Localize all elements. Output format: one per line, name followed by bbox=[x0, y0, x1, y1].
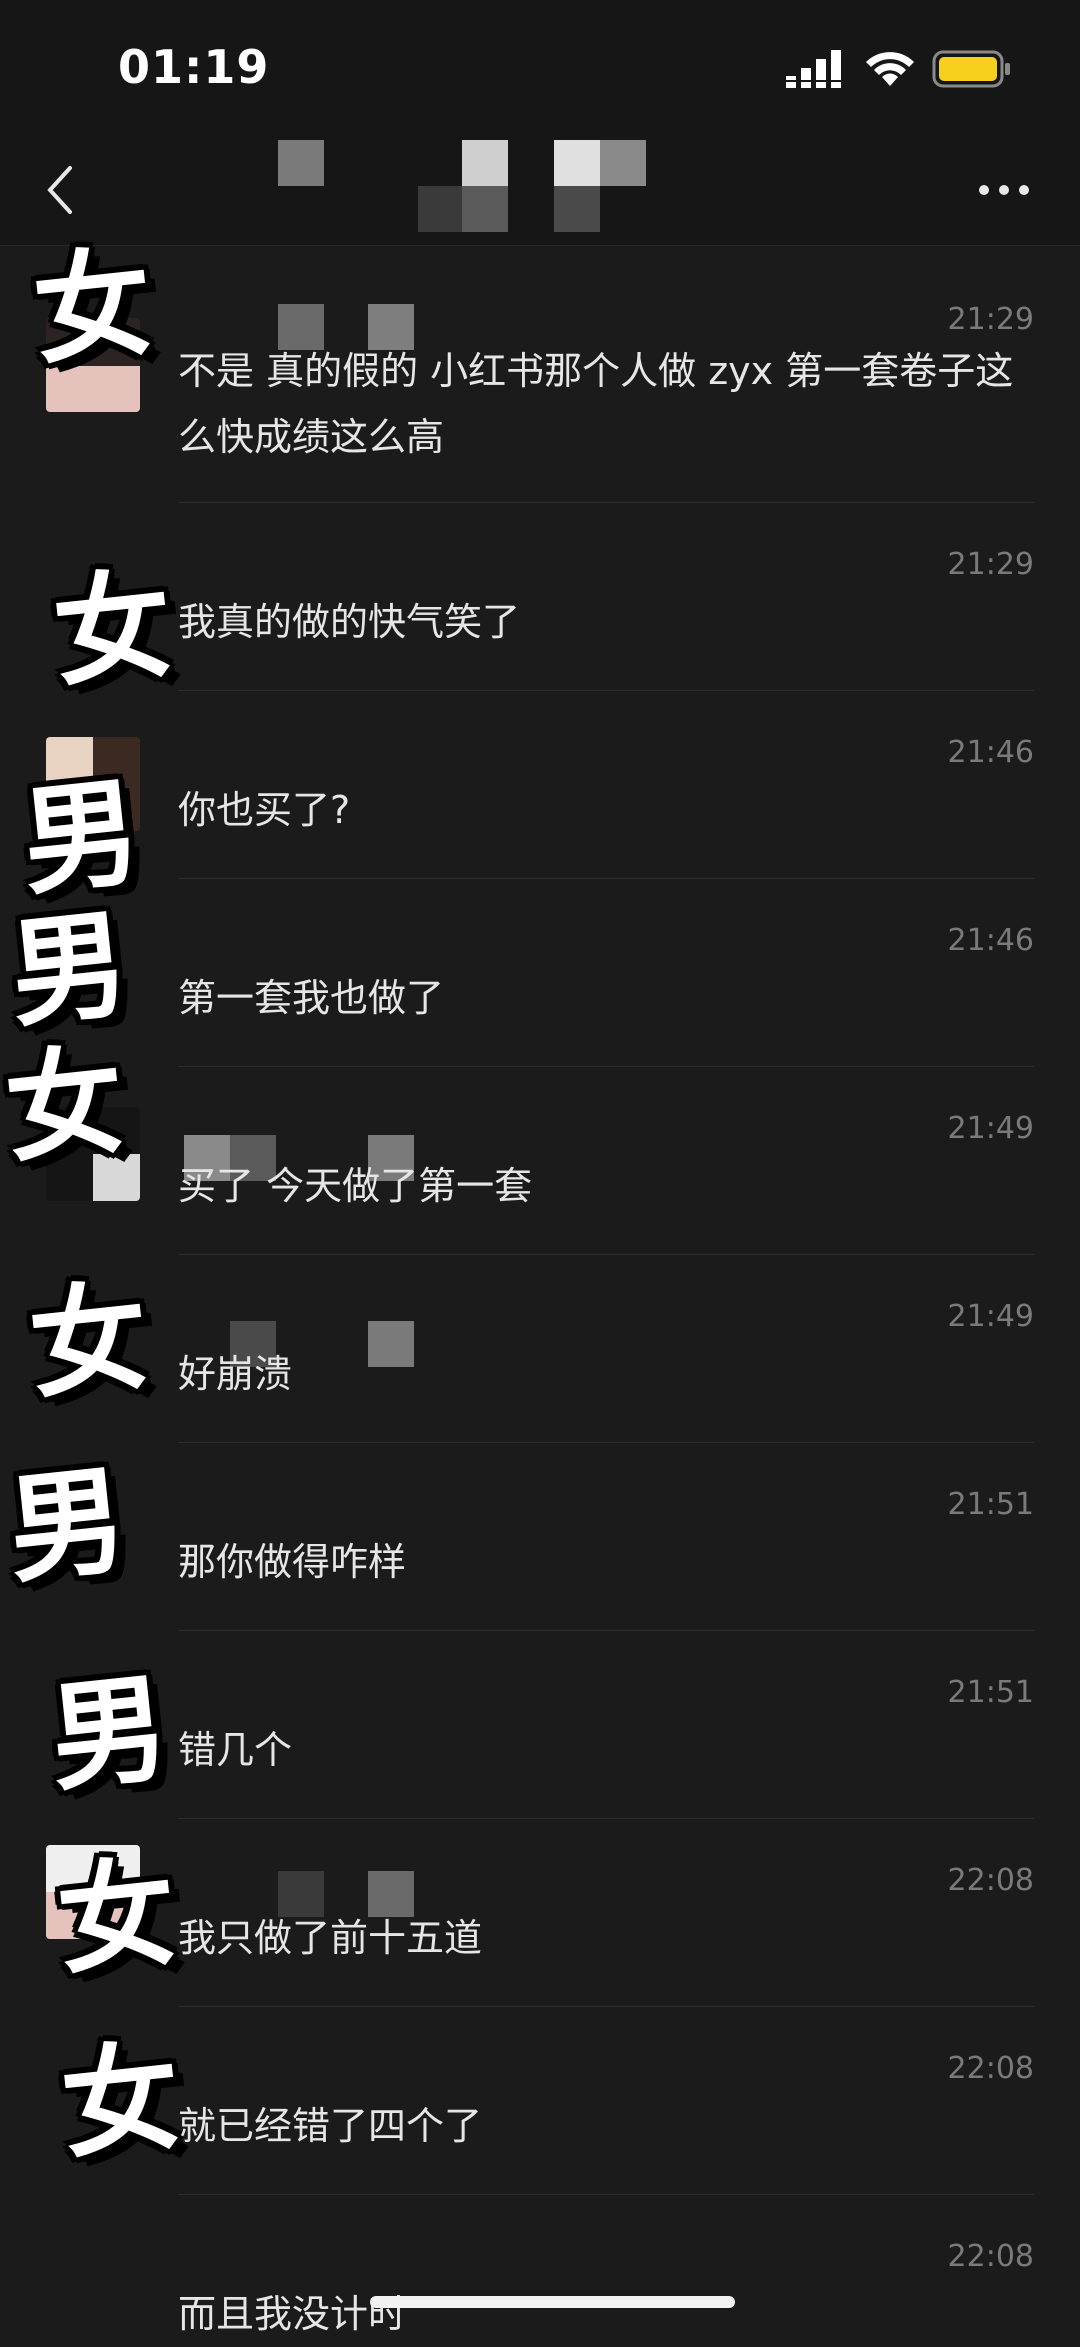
message-time: 22:08 bbox=[947, 1863, 1034, 1898]
message-time: 21:46 bbox=[947, 923, 1034, 958]
message-text: 买了 今天做了第一套 bbox=[178, 1164, 533, 1208]
sender-name-censored bbox=[178, 288, 438, 350]
message-text: 第一套我也做了 bbox=[178, 976, 445, 1020]
wifi-icon bbox=[866, 52, 914, 86]
message-text: 那你做得咋样 bbox=[178, 1540, 407, 1584]
battery-icon bbox=[932, 50, 1010, 88]
gender-tag-male: 男 bbox=[3, 894, 135, 1044]
message-item[interactable]: 21:46 第一套我也做了 bbox=[0, 879, 1080, 1067]
message-text: 错几个 bbox=[178, 1728, 293, 1772]
gender-tag-male: 男 bbox=[1, 1450, 133, 1600]
message-time: 22:08 bbox=[947, 2239, 1034, 2274]
gender-tag-female: 女 bbox=[51, 1842, 183, 1992]
message-time: 22:08 bbox=[947, 2051, 1034, 2086]
more-dots-icon[interactable] bbox=[976, 182, 1032, 198]
message-item[interactable]: 21:51 那你做得咋样 bbox=[0, 1443, 1080, 1631]
message-time: 21:29 bbox=[947, 302, 1034, 337]
message-time: 21:51 bbox=[947, 1487, 1034, 1522]
status-time: 01:19 bbox=[118, 40, 270, 94]
sender-name-censored bbox=[178, 1097, 438, 1181]
gender-tag-female: 女 bbox=[0, 1030, 131, 1180]
message-text: 而且我没计时 bbox=[178, 2292, 407, 2336]
gender-tag-female: 女 bbox=[27, 232, 159, 382]
signal-icon bbox=[786, 50, 842, 88]
sender-name-censored bbox=[178, 1285, 438, 1367]
chevron-left-icon[interactable] bbox=[42, 162, 78, 218]
message-item[interactable]: 21:46 你也买了? bbox=[0, 691, 1080, 879]
gender-tag-female: 女 bbox=[55, 2026, 187, 2176]
message-item[interactable]: 21:29 不是 真的假的 小红书那个人做 zyx 第一套卷子这么快成绩这么高 bbox=[0, 258, 1080, 503]
sender-name-censored bbox=[178, 1849, 438, 1917]
message-time: 21:49 bbox=[947, 1111, 1034, 1146]
message-text: 我真的做的快气笑了 bbox=[178, 600, 521, 644]
message-time: 21:29 bbox=[947, 547, 1034, 582]
gender-tag-male: 男 bbox=[43, 1658, 175, 1808]
status-bar: 01:19 bbox=[0, 0, 1080, 140]
message-time: 21:49 bbox=[947, 1299, 1034, 1334]
chat-header bbox=[0, 140, 1080, 246]
home-indicator[interactable] bbox=[370, 2296, 735, 2308]
message-item[interactable]: 22:08 而且我没计时 bbox=[0, 2195, 1080, 2336]
message-text: 我只做了前十五道 bbox=[178, 1916, 483, 1960]
message-time: 21:46 bbox=[947, 735, 1034, 770]
gender-tag-female: 女 bbox=[47, 554, 179, 704]
message-text: 就已经错了四个了 bbox=[178, 2104, 483, 2148]
gender-tag-female: 女 bbox=[23, 1266, 155, 1416]
message-text: 好崩溃 bbox=[178, 1352, 293, 1396]
message-item[interactable]: 21:49 好崩溃 bbox=[0, 1255, 1080, 1443]
message-time: 21:51 bbox=[947, 1675, 1034, 1710]
message-text: 不是 真的假的 小红书那个人做 zyx 第一套卷子这么快成绩这么高 bbox=[178, 349, 1014, 459]
gender-tag-male: 男 bbox=[15, 762, 147, 912]
message-text: 你也买了? bbox=[178, 788, 351, 832]
message-item[interactable]: 21:49 买了 今天做了第一套 bbox=[0, 1067, 1080, 1255]
